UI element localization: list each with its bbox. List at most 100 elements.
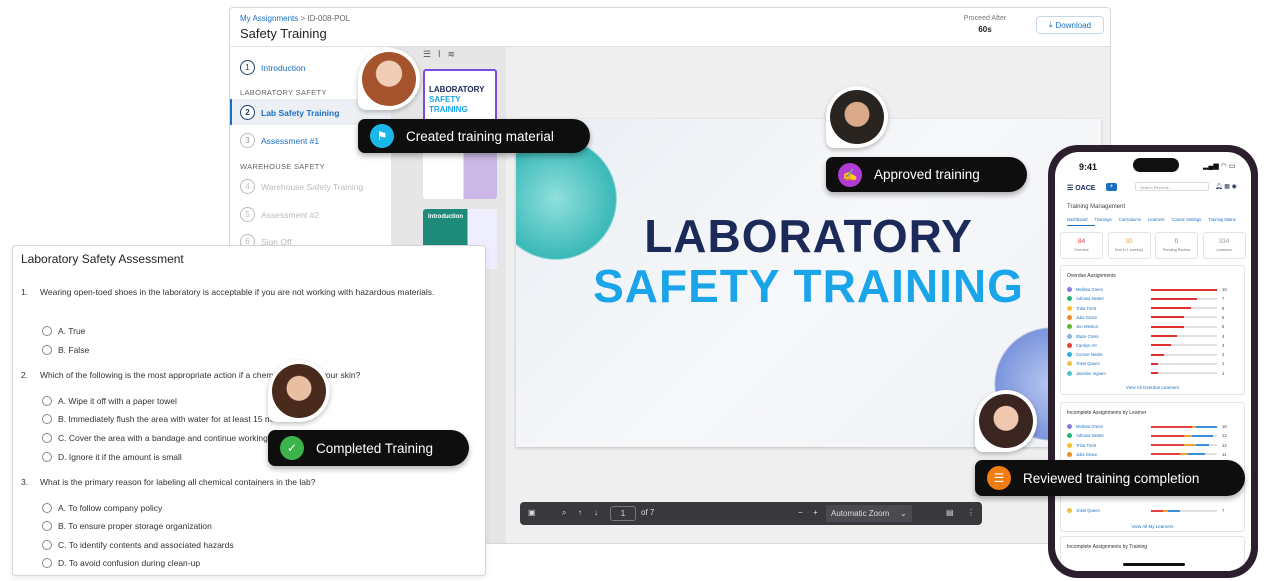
radio[interactable] (42, 452, 52, 462)
card-title: Overdue Assignments (1067, 273, 1116, 279)
learner-avatar (1067, 333, 1072, 339)
option-label: A. Wipe it off with a paper towel (58, 396, 177, 406)
question-number: 3. (21, 477, 29, 487)
slide-title-line2: SAFETY TRAINING (593, 260, 1024, 312)
page-number-input[interactable]: 1 (610, 506, 636, 521)
option-label: D. To avoid confusion during clean-up (58, 558, 201, 568)
option[interactable]: B. False (42, 345, 89, 355)
learner-row[interactable]: Jen Weston 5 (1067, 323, 1239, 330)
option[interactable]: D. To avoid confusion during clean-up (42, 558, 200, 568)
step-introduction[interactable]: 1 Introduction (240, 60, 305, 75)
view-all-learners-link[interactable]: View All My Learners (1061, 524, 1244, 529)
radio[interactable] (42, 521, 52, 531)
bar-fill (1151, 297, 1198, 300)
badge-label: Reviewed training completion (1023, 470, 1200, 486)
stat-card[interactable]: 334 Learners (1202, 232, 1246, 259)
learner-bar (1151, 335, 1217, 337)
dynamic-island (1133, 158, 1179, 172)
header-icons[interactable]: 🔔︎ ▦ ◉ (1215, 183, 1237, 190)
badge-label: Completed Training (316, 440, 434, 456)
radio[interactable] (42, 503, 52, 513)
learner-row[interactable]: Jasmine Ingram 1 (1067, 370, 1239, 377)
learner-row[interactable]: Melissa Green 10 (1067, 286, 1239, 293)
phone-tab[interactable]: Course Settings (1171, 217, 1201, 222)
learner-avatar (1067, 314, 1072, 320)
learner-row[interactable]: Carolyn Art 3 (1067, 342, 1239, 349)
bar-fill (1151, 353, 1165, 356)
search-input[interactable]: Search Records... (1135, 182, 1209, 191)
proceed-value: 60s (978, 25, 992, 34)
step-label: Lab Safety Training (261, 107, 340, 118)
option[interactable]: B. Immediately flush the area with water… (42, 414, 295, 424)
step-assessment-1[interactable]: 3 Assessment #1 (240, 133, 319, 148)
badge-label: Created training material (406, 128, 554, 144)
learner-row[interactable]: Trina Trent 6 (1067, 305, 1239, 312)
learner-name: Julia Grace (1076, 314, 1098, 320)
option[interactable]: A. Wipe it off with a paper towel (42, 396, 177, 406)
view-all-overdue-link[interactable]: View All Overdue Learners (1061, 385, 1244, 390)
stat-card[interactable]: 84 Overdue (1060, 232, 1103, 259)
radio[interactable] (42, 558, 52, 568)
bar-fill (1151, 344, 1171, 347)
zoom-out-icon[interactable]: − (798, 508, 803, 517)
sidebar-toggle-icon[interactable]: ▣ (528, 508, 536, 517)
stat-card[interactable]: 0 Pending Review (1155, 232, 1198, 259)
option[interactable]: B. To ensure proper storage organization (42, 521, 212, 531)
learner-row[interactable]: Yosel Queen 7 (1067, 507, 1239, 514)
presentation-icon[interactable]: ▤ (946, 508, 954, 517)
option[interactable]: A. To follow company policy (42, 503, 162, 513)
assessment-title: Laboratory Safety Assessment (21, 252, 184, 266)
download-button[interactable]: ⤓ Download (1036, 16, 1104, 34)
learner-row[interactable]: Julia Grace 5 (1067, 314, 1239, 321)
radio[interactable] (42, 326, 52, 336)
radio[interactable] (42, 414, 52, 424)
phone-tab[interactable]: Dashboard (1067, 217, 1088, 222)
phone-tab[interactable]: Training Matrix (1208, 217, 1236, 222)
learner-row[interactable]: Blaze Cross 4 (1067, 333, 1239, 340)
thumbnail-view-icons[interactable]: ☰⌇≋ (423, 49, 461, 60)
radio[interactable] (42, 433, 52, 443)
stat-label: Due in 1 week(s) (1114, 248, 1144, 252)
stat-card[interactable]: 30 Due in 1 week(s) (1107, 232, 1151, 259)
previous-page-icon[interactable]: ↑ (578, 508, 582, 517)
search-icon[interactable]: ⌕ (562, 508, 566, 518)
next-page-icon[interactable]: ↓ (594, 508, 598, 517)
zoom-value: Automatic Zoom (831, 509, 890, 518)
learner-avatar (1067, 361, 1072, 367)
step-lab-safety-training[interactable]: 2 Lab Safety Training (240, 105, 339, 120)
learner-row[interactable]: Conner Nestle 2 (1067, 351, 1239, 358)
option[interactable]: C. To identify contents and associated h… (42, 540, 234, 550)
phone-page-title: Training Management (1067, 204, 1126, 210)
radio[interactable] (42, 540, 52, 550)
option[interactable]: A. True (42, 326, 85, 336)
badge-created: ⚑ Created training material (358, 119, 590, 153)
learner-row[interactable]: Melissa Green 16 (1067, 423, 1239, 430)
zoom-select[interactable]: Automatic Zoom ⌄ (826, 505, 912, 522)
learner-row[interactable]: Trina Trent 12 (1067, 442, 1239, 449)
learner-avatar (1067, 451, 1072, 457)
learner-row[interactable]: Adriana Nester 12 (1067, 432, 1239, 439)
learner-name: Yosel Queen (1076, 361, 1100, 367)
option[interactable]: D. Ignore it if the amount is small (42, 452, 182, 462)
zoom-in-icon[interactable]: + (813, 508, 818, 517)
learner-row[interactable]: Julia Grace 11 (1067, 451, 1239, 458)
stat-label: Learners (1216, 248, 1232, 252)
radio[interactable] (42, 345, 52, 355)
bar-fill (1151, 307, 1191, 310)
option-label: A. True (58, 326, 86, 336)
add-button[interactable]: + (1106, 183, 1117, 191)
radio[interactable] (42, 396, 52, 406)
step-label: Assessment #1 (261, 135, 320, 146)
flag-icon: ⚑ (370, 124, 394, 148)
phone-tab[interactable]: Curriculums (1119, 217, 1141, 222)
phone-tab[interactable]: Learners (1148, 217, 1165, 222)
step-number: 3 (240, 133, 255, 148)
phone-tab[interactable]: Trainings (1095, 217, 1112, 222)
breadcrumb-my-assignments[interactable]: My Assignments (240, 14, 298, 23)
more-menu-icon[interactable]: ⋮ (967, 508, 975, 517)
learner-name: Melissa Green (1076, 424, 1103, 429)
option[interactable]: C. Cover the area with a bandage and con… (42, 433, 268, 443)
learner-bar (1151, 434, 1217, 437)
learner-row[interactable]: Adriana Nester 7 (1067, 295, 1239, 302)
learner-row[interactable]: Yosel Queen 1 (1067, 360, 1239, 367)
